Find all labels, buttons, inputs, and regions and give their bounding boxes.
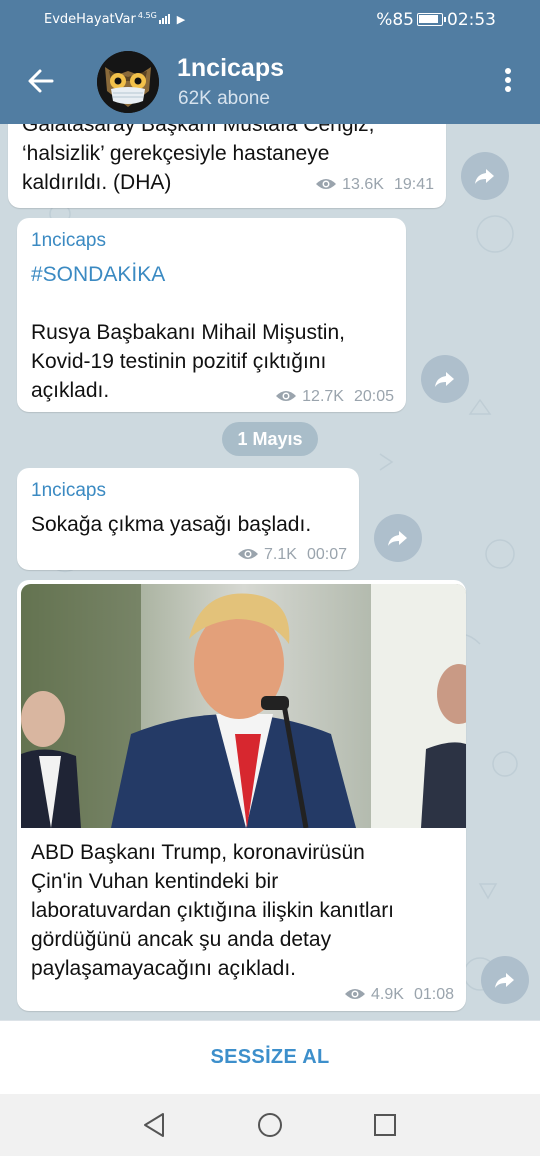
signal-icon — [158, 13, 171, 28]
message-line: gördüğünü ancak şu anda detay — [31, 928, 332, 951]
status-left: EvdeHayatVar 4.5G ▶ — [44, 11, 186, 28]
status-right: %85 02:53 — [376, 10, 496, 30]
share-button[interactable] — [461, 152, 509, 200]
message-meta: 12.7K 20:05 — [275, 388, 394, 406]
eye-icon — [345, 989, 366, 999]
subscriber-count: 62K abone — [178, 88, 270, 109]
owl-icon — [97, 51, 159, 113]
view-count: 13.6K — [342, 176, 384, 193]
date-separator: 1 Mayıs — [222, 422, 318, 456]
eye-icon — [316, 179, 337, 189]
share-arrow-icon — [388, 531, 407, 546]
message-line: Sokağa çıkma yasağı başladı. — [31, 513, 312, 536]
arrow-left-icon[interactable] — [26, 66, 56, 96]
share-button[interactable] — [421, 355, 469, 403]
message-bubble[interactable]: Galatasaray Başkanı Mustafa Cengiz, ‘hal… — [8, 124, 446, 208]
carrier-name: EvdeHayatVar — [44, 12, 136, 27]
share-arrow-icon — [495, 973, 514, 988]
network-type: 4.5G — [137, 11, 157, 20]
message-meta: 7.1K 00:07 — [237, 546, 347, 564]
message-time: 01:08 — [413, 986, 454, 1003]
nav-recents-icon[interactable] — [370, 1110, 400, 1140]
hashtag-link[interactable]: #SONDAKİKA — [31, 260, 165, 289]
message-text: ABD Başkanı Trump, koronavirüsün Çin'in … — [31, 838, 394, 983]
view-count: 7.1K — [264, 546, 297, 563]
view-count: 12.7K — [302, 388, 344, 405]
share-button[interactable] — [374, 514, 422, 562]
eye-icon — [276, 391, 297, 401]
message-list[interactable]: Galatasaray Başkanı Mustafa Cengiz, ‘hal… — [0, 124, 540, 1020]
nav-home-icon[interactable] — [255, 1110, 285, 1140]
channel-avatar[interactable] — [97, 51, 159, 113]
message-time: 19:41 — [393, 176, 434, 193]
channel-title[interactable]: 1ncicaps — [177, 54, 284, 83]
news-photo[interactable] — [21, 584, 466, 828]
eye-icon — [238, 549, 259, 559]
mute-bar: SESSİZE AL — [0, 1020, 540, 1094]
message-text: Sokağa çıkma yasağı başladı. — [31, 510, 311, 539]
battery-percent: %85 — [376, 10, 414, 30]
mute-button[interactable]: SESSİZE AL — [211, 1046, 330, 1069]
message-line: ‘halsizlik’ gerekçesiyle hastaneye — [22, 142, 330, 165]
message-line: Kovid-19 testinin pozitif çıktığını — [31, 350, 327, 373]
clock: 02:53 — [447, 10, 496, 30]
nav-back-icon[interactable] — [140, 1110, 170, 1140]
system-nav-bar — [0, 1094, 540, 1156]
message-line: ABD Başkanı Trump, koronavirüsün — [31, 841, 365, 864]
message-line: paylaşamayacağını açıkladı. — [31, 957, 296, 980]
message-line: Galatasaray Başkanı Mustafa Cengiz, — [22, 124, 375, 136]
share-arrow-icon — [435, 372, 454, 387]
channel-header: 1ncicaps 62K abone — [0, 40, 540, 124]
status-bar: EvdeHayatVar 4.5G ▶ %85 02:53 — [0, 0, 540, 40]
message-bubble[interactable]: 1ncicaps #SONDAKİKA Rusya Başbakanı Miha… — [17, 218, 406, 412]
message-bubble[interactable]: 1ncicaps Sokağa çıkma yasağı başladı. 7.… — [17, 468, 359, 570]
view-count: 4.9K — [371, 986, 404, 1003]
message-bubble[interactable]: ABD Başkanı Trump, koronavirüsün Çin'in … — [17, 580, 466, 1011]
message-time: 20:05 — [353, 388, 394, 405]
message-meta: 4.9K 01:08 — [344, 986, 454, 1004]
message-line: Çin'in Vuhan kentindeki bir — [31, 870, 279, 893]
share-arrow-icon — [475, 169, 494, 184]
share-button[interactable] — [481, 956, 529, 1004]
message-meta: 13.6K 19:41 — [315, 176, 434, 194]
message-sender[interactable]: 1ncicaps — [31, 480, 106, 502]
message-line: Rusya Başbakanı Mihail Mişustin, — [31, 321, 345, 344]
message-line: laboratuvardan çıktığına ilişkin kanıtla… — [31, 899, 395, 922]
message-sender[interactable]: 1ncicaps — [31, 230, 106, 252]
message-time: 00:07 — [306, 546, 347, 563]
play-store-icon: ▶ — [176, 13, 186, 26]
photo-image — [21, 584, 466, 828]
battery-icon — [417, 13, 446, 26]
more-vertical-icon[interactable] — [503, 68, 513, 98]
